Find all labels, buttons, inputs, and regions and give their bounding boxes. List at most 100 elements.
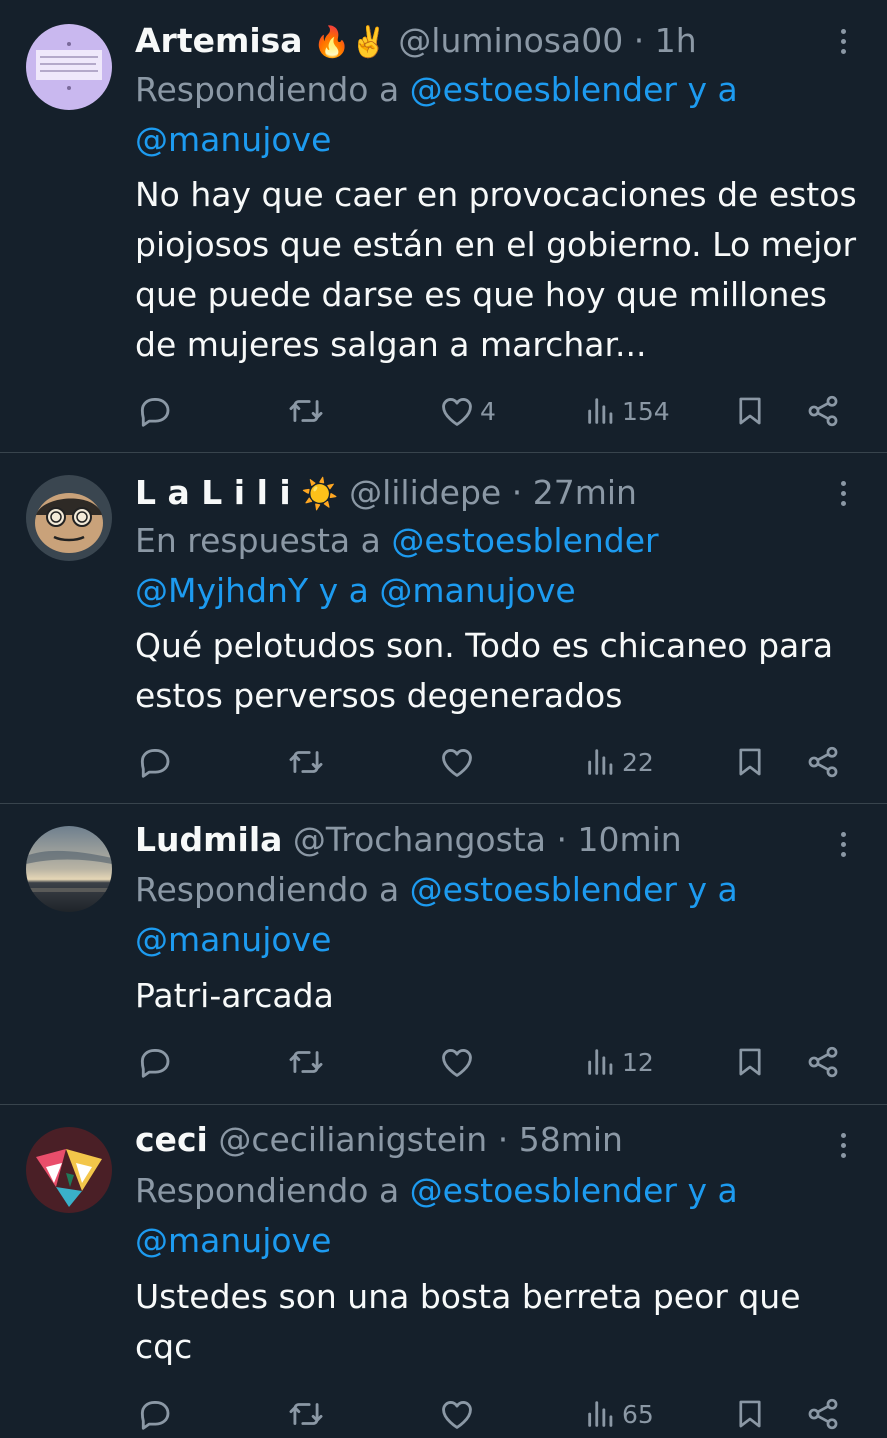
mention-link[interactable]: @estoesblender (410, 1171, 677, 1210)
mention-connector[interactable]: y a (677, 70, 737, 109)
heart-icon (442, 749, 472, 777)
retweet-button[interactable] (286, 1390, 326, 1438)
tweet-4[interactable]: ceci @cecilianigstein · 58min Respondien… (0, 1105, 887, 1438)
separator-dot: · (497, 1120, 509, 1159)
action-bar: 4 154 (0, 387, 887, 435)
like-button[interactable]: 4 (438, 387, 496, 435)
more-options-icon[interactable] (828, 1125, 858, 1165)
reply-button[interactable] (136, 738, 174, 786)
timestamp[interactable]: 27min (533, 473, 637, 512)
bookmark-icon (739, 397, 761, 425)
display-name[interactable]: Artemisa (135, 21, 303, 60)
share-icon (808, 1398, 838, 1430)
tweet-header: Ludmila @Trochangosta · 10min (135, 816, 682, 864)
view-count: 12 (622, 1047, 654, 1077)
share-button[interactable] (805, 1038, 841, 1086)
user-handle[interactable]: @luminosa00 (398, 21, 623, 60)
bookmark-button[interactable] (733, 1038, 767, 1086)
views-button[interactable]: 22 (584, 738, 654, 786)
name-emoji: 🔥✌️ (313, 25, 388, 60)
views-chart-icon (588, 1049, 613, 1075)
heart-icon (442, 1401, 472, 1429)
retweet-button[interactable] (286, 738, 326, 786)
heart-icon (442, 1049, 472, 1077)
bookmark-button[interactable] (733, 387, 767, 435)
views-chart-icon (588, 1401, 613, 1427)
share-button[interactable] (805, 387, 841, 435)
separator-dot: · (633, 21, 645, 60)
view-count: 65 (622, 1399, 654, 1429)
display-name[interactable]: Ludmila (135, 820, 282, 859)
like-button[interactable] (438, 1038, 480, 1086)
user-handle[interactable]: @lilidepe (349, 473, 501, 512)
mention-connector[interactable]: y a (308, 571, 379, 610)
like-button[interactable] (438, 1390, 480, 1438)
retweet-button[interactable] (286, 1038, 326, 1086)
display-name[interactable]: ceci (135, 1120, 208, 1159)
share-icon (808, 395, 838, 427)
more-options-icon[interactable] (828, 824, 858, 864)
retweet-icon (289, 751, 323, 773)
reply-button[interactable] (136, 387, 174, 435)
timestamp[interactable]: 10min (577, 820, 681, 859)
bookmark-icon (739, 748, 761, 776)
tweet-text: Patri-arcada (135, 976, 334, 1015)
mention-connector[interactable]: y a (677, 870, 737, 909)
tweet-2[interactable]: L a L i l i ☀️ @lilidepe · 27min En resp… (0, 453, 887, 803)
action-bar: 12 (0, 1038, 887, 1086)
mention-link[interactable]: @MyjhdnY (135, 571, 308, 610)
mention-link[interactable]: @manujove (379, 571, 575, 610)
view-count: 22 (622, 747, 654, 777)
reply-icon (140, 749, 170, 778)
action-bar: 65 (0, 1390, 887, 1438)
more-options-icon[interactable] (828, 473, 858, 513)
mention-link[interactable]: @estoesblender (391, 521, 658, 560)
views-button[interactable]: 65 (584, 1390, 654, 1438)
reply-icon (140, 1049, 170, 1078)
more-options-icon[interactable] (828, 21, 858, 61)
user-handle[interactable]: @Trochangosta (293, 820, 546, 859)
bookmark-icon (739, 1400, 761, 1428)
bookmark-button[interactable] (733, 738, 767, 786)
mention-link[interactable]: @manujove (135, 120, 331, 159)
replying-to: Respondiendo a @estoesblender y a @manuj… (135, 1166, 855, 1266)
avatar[interactable] (26, 826, 112, 912)
views-button[interactable]: 12 (584, 1038, 654, 1086)
mention-link[interactable]: @estoesblender (410, 870, 677, 909)
tweet-header: ceci @cecilianigstein · 58min (135, 1116, 623, 1164)
replying-to-label: Respondiendo a (135, 1171, 410, 1210)
tweet-1[interactable]: Artemisa 🔥✌️ @luminosa00 · 1h Respondien… (0, 0, 887, 452)
user-handle[interactable]: @cecilianigstein (218, 1120, 487, 1159)
mention-connector[interactable]: y a (677, 1171, 737, 1210)
share-button[interactable] (805, 1390, 841, 1438)
timestamp[interactable]: 1h (655, 21, 697, 60)
avatar[interactable] (26, 24, 112, 110)
mention-link[interactable]: @manujove (135, 920, 331, 959)
bookmark-icon (739, 1048, 761, 1076)
separator-dot: · (511, 473, 523, 512)
tweet-text: Qué pelotudos son. Todo es chicaneo para… (135, 626, 834, 715)
like-button[interactable] (438, 738, 480, 786)
heart-icon (442, 398, 472, 426)
share-button[interactable] (805, 738, 841, 786)
tweet-3[interactable]: Ludmila @Trochangosta · 10min Respondien… (0, 804, 887, 1104)
reply-icon (140, 1401, 170, 1430)
views-button[interactable]: 154 (584, 387, 670, 435)
display-name[interactable]: L a L i l i (135, 473, 291, 512)
timestamp[interactable]: 58min (519, 1120, 623, 1159)
reply-button[interactable] (136, 1390, 174, 1438)
avatar[interactable] (26, 475, 112, 561)
retweet-icon (289, 1051, 323, 1073)
tweet-text: No hay que caer en provocaciones de esto… (135, 175, 857, 364)
mention-link[interactable]: @estoesblender (410, 70, 677, 109)
reply-button[interactable] (136, 1038, 174, 1086)
share-icon (808, 1046, 838, 1078)
avatar[interactable] (26, 1127, 112, 1213)
bookmark-button[interactable] (733, 1390, 767, 1438)
replying-to: Respondiendo a @estoesblender y a @manuj… (135, 65, 855, 165)
retweet-button[interactable] (286, 387, 326, 435)
share-icon (808, 746, 838, 778)
mention-link[interactable]: @manujove (135, 1221, 331, 1260)
replying-to-label: Respondiendo a (135, 70, 410, 109)
retweet-icon (289, 1403, 323, 1425)
